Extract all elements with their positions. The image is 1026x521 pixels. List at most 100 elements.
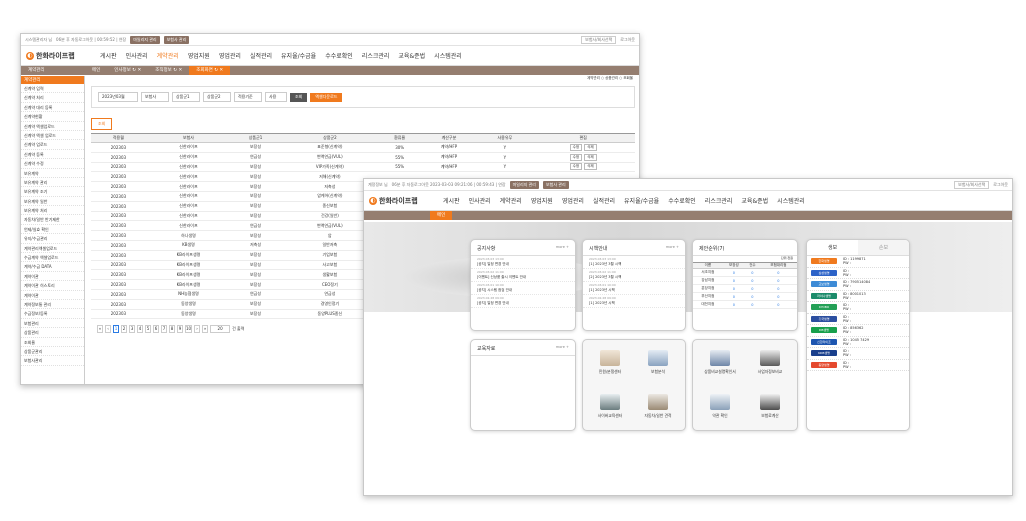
menu-education[interactable]: 교육&준법 xyxy=(741,196,768,205)
tab-main[interactable]: 메인 xyxy=(430,211,453,220)
product2-select[interactable]: 상품군2 xyxy=(203,92,231,102)
page-number[interactable]: 3 xyxy=(129,325,135,334)
sidebar-item[interactable]: 유지/수금관리 xyxy=(21,234,84,244)
logout-link[interactable]: 로그아웃 xyxy=(993,182,1008,188)
list-item[interactable]: 2023.03.02 11:00 [이벤트] 신상품 출시 이벤트 안내 xyxy=(471,269,575,282)
insurance-analysis-link[interactable]: 보험분석 xyxy=(635,350,681,375)
insurer-item[interactable]: KYOBO ID : PW : xyxy=(807,302,909,314)
menu-education[interactable]: 교육&준법 xyxy=(398,51,425,60)
list-item[interactable]: 2023.03.01 10:00 [공지] 시스템 점검 안내 xyxy=(471,282,575,295)
sidebar-item[interactable]: 신계약 엑셀업로드 xyxy=(21,122,84,131)
edit-button[interactable]: 수정 xyxy=(569,143,583,151)
menu-risk[interactable]: 리스크관리 xyxy=(362,51,390,60)
sidebar-item[interactable]: 보유계약 관리 xyxy=(21,178,84,188)
tab-life[interactable]: 생보 xyxy=(807,240,858,255)
table-row[interactable]: 202303 신한라이프 보장성 표준형(신계약) 30% 계약/HFP Y 수정 삭제 xyxy=(91,142,635,153)
insurer-item[interactable]: KDB생명 ID : PW : xyxy=(807,348,909,360)
sidebar-item[interactable]: 신계약 업로드 xyxy=(21,140,84,150)
sidebar-item[interactable]: 상품관리 xyxy=(21,328,84,338)
menu-performance[interactable]: 실적관리 xyxy=(250,51,272,60)
business-info-link[interactable]: 사업자정보비교 xyxy=(747,350,793,375)
insurer-item[interactable]: 교보생명 ID : 790514084 PW : xyxy=(807,279,909,291)
menu-system[interactable]: 시스템관리 xyxy=(777,196,805,205)
product1-select[interactable]: 상품군1 xyxy=(172,92,200,102)
sidebar-item[interactable]: 수금계약 엑셀업로드 xyxy=(21,253,84,263)
sidebar-item[interactable]: 계약이관 히스토리 xyxy=(21,281,84,291)
tab-org[interactable]: 조직정보 ↻ ✕ xyxy=(148,66,189,75)
sidebar-item[interactable]: 계약관리엑셀업로드 xyxy=(21,244,84,254)
list-item[interactable]: 2023.03.03 13:00 [1] 2023년 3월 시책 xyxy=(583,256,685,269)
insurer-button[interactable]: 보험사 관리 xyxy=(163,35,190,44)
page-number[interactable]: 1 xyxy=(113,325,119,334)
sidebar-item[interactable]: 신계약 수정 xyxy=(21,159,84,169)
sidebar-item[interactable]: 계약이관 xyxy=(21,291,84,300)
edit-button[interactable]: 수정 xyxy=(569,153,583,161)
menu-system[interactable]: 시스템관리 xyxy=(434,51,462,60)
sidebar-item[interactable]: 수금정보/등록 xyxy=(21,309,84,319)
radio-product[interactable]: 상품관리 xyxy=(605,76,618,80)
page-nav-button[interactable]: ‹ xyxy=(105,325,111,334)
page-number[interactable]: 4 xyxy=(137,325,143,334)
insurer-item[interactable]: 동양생명 ID : PW : xyxy=(807,360,909,371)
sidebar-item[interactable]: 자동차/일반 반기제한 xyxy=(21,215,84,225)
car-quote-link[interactable]: 자동차/일반 견적 xyxy=(635,394,681,419)
sidebar-item[interactable]: 언제/실효 확인 xyxy=(21,225,84,235)
sidebar-item[interactable]: 보유계약 조기 xyxy=(21,187,84,197)
menu-sales-mgmt[interactable]: 영업관리 xyxy=(219,51,241,60)
page-number[interactable]: 7 xyxy=(161,325,167,334)
menu-hr[interactable]: 인사관리 xyxy=(469,196,491,205)
mileage-button[interactable]: 마일리지 관리 xyxy=(509,180,539,189)
excel-download-button[interactable]: 엑셀다운로드 xyxy=(310,92,343,102)
tab-nonlife[interactable]: 손보 xyxy=(858,240,909,255)
sidebar-item[interactable]: 보유계약 처리 xyxy=(21,206,84,216)
tab-main[interactable]: 메인 xyxy=(85,66,107,75)
sidebar-item[interactable]: 계약/수금 DATA xyxy=(21,262,84,272)
sidebar-item[interactable]: 신계약 입력 xyxy=(21,84,84,94)
menu-contract[interactable]: 계약관리 xyxy=(157,51,179,60)
page-nav-button[interactable]: › xyxy=(194,325,201,334)
menu-sales-mgmt[interactable]: 영업관리 xyxy=(562,196,584,205)
page-nav-button[interactable]: » xyxy=(202,325,209,334)
criteria-select[interactable]: 적용기준 xyxy=(234,92,262,102)
terms-link[interactable]: 약관 확인 xyxy=(697,394,743,419)
notice-more-link[interactable]: more + xyxy=(556,245,569,252)
menu-board[interactable]: 게시판 xyxy=(443,196,460,205)
menu-board[interactable]: 게시판 xyxy=(100,51,117,60)
section-tab[interactable]: 조회 xyxy=(91,118,113,130)
insurer-item[interactable]: 삼성생명 ID : PW : xyxy=(807,268,909,279)
logo[interactable]: ◐ 한화라이프랩 xyxy=(369,196,433,206)
radio-contract[interactable]: 계약관리 xyxy=(587,76,600,80)
sidebar-item[interactable]: 신계약현황 xyxy=(21,112,84,122)
menu-risk[interactable]: 리스크관리 xyxy=(705,196,733,205)
company-select[interactable]: 보험사/회사선택 xyxy=(954,180,990,189)
menu-retention[interactable]: 유지율/수금율 xyxy=(624,196,659,205)
tab-query[interactable]: 조회화면 ↻ ✕ xyxy=(189,66,231,75)
schedule-more-link[interactable]: more + xyxy=(666,245,679,252)
list-item[interactable]: 2023.03.03 13:00 [공지] 일정 변경 안내 xyxy=(471,256,575,269)
delete-button[interactable]: 삭제 xyxy=(584,153,597,161)
company-select[interactable]: 보험사/회사선택 xyxy=(581,35,617,44)
insurer-item[interactable]: DB생명 ID : 856362 PW : xyxy=(807,325,909,337)
list-item[interactable]: 2023.02.28 09:00 [1] 2023년 시책 xyxy=(583,295,685,308)
table-row[interactable]: 202303 신한라이프 연금성 변액연금(VUL) 55% 계약/HFP Y 수정 삭제 xyxy=(91,152,635,163)
cyber-education-link[interactable]: 사이버교육센터 xyxy=(587,394,633,419)
premium-calc-link[interactable]: 보험료계산 xyxy=(747,394,793,419)
sidebar-item[interactable]: 보험관리 xyxy=(21,319,84,329)
page-number[interactable]: 6 xyxy=(153,325,159,334)
sidebar-item[interactable]: 신계약 등록 xyxy=(21,150,84,160)
page-size-select[interactable]: 20 xyxy=(210,325,231,334)
list-item[interactable]: 2023.03.01 10:00 [1] 2023년 시책 xyxy=(583,282,685,295)
list-item[interactable]: 2023.03.02 11:00 [2] 2023년 3월 시책 xyxy=(583,269,685,282)
product-compare-link[interactable]: 상품비교설명확인서 xyxy=(697,350,743,375)
insurer-item[interactable]: 흥국생명 ID : PW : xyxy=(807,314,909,325)
sidebar-item[interactable]: 조회율 xyxy=(21,338,84,347)
insurer-button[interactable]: 보험사 관리 xyxy=(542,180,569,189)
menu-commission[interactable]: 수수료확인 xyxy=(668,196,696,205)
table-row[interactable]: 202303 신한라이프 보장성 VIP가족(신계약) 55% 계약/HFP Y 수정 삭제 xyxy=(91,162,635,173)
materials-more-link[interactable]: more + xyxy=(556,345,569,352)
page-number[interactable]: 5 xyxy=(145,325,151,334)
list-item[interactable]: 2023.02.28 09:00 [공지] 일정 변경 안내 xyxy=(471,295,575,308)
logo[interactable]: ◐ 한화라이프랩 xyxy=(26,51,90,61)
insurer-item[interactable]: 라이나생명 ID : 8001013 PW : xyxy=(807,291,909,302)
menu-contract[interactable]: 계약관리 xyxy=(500,196,522,205)
